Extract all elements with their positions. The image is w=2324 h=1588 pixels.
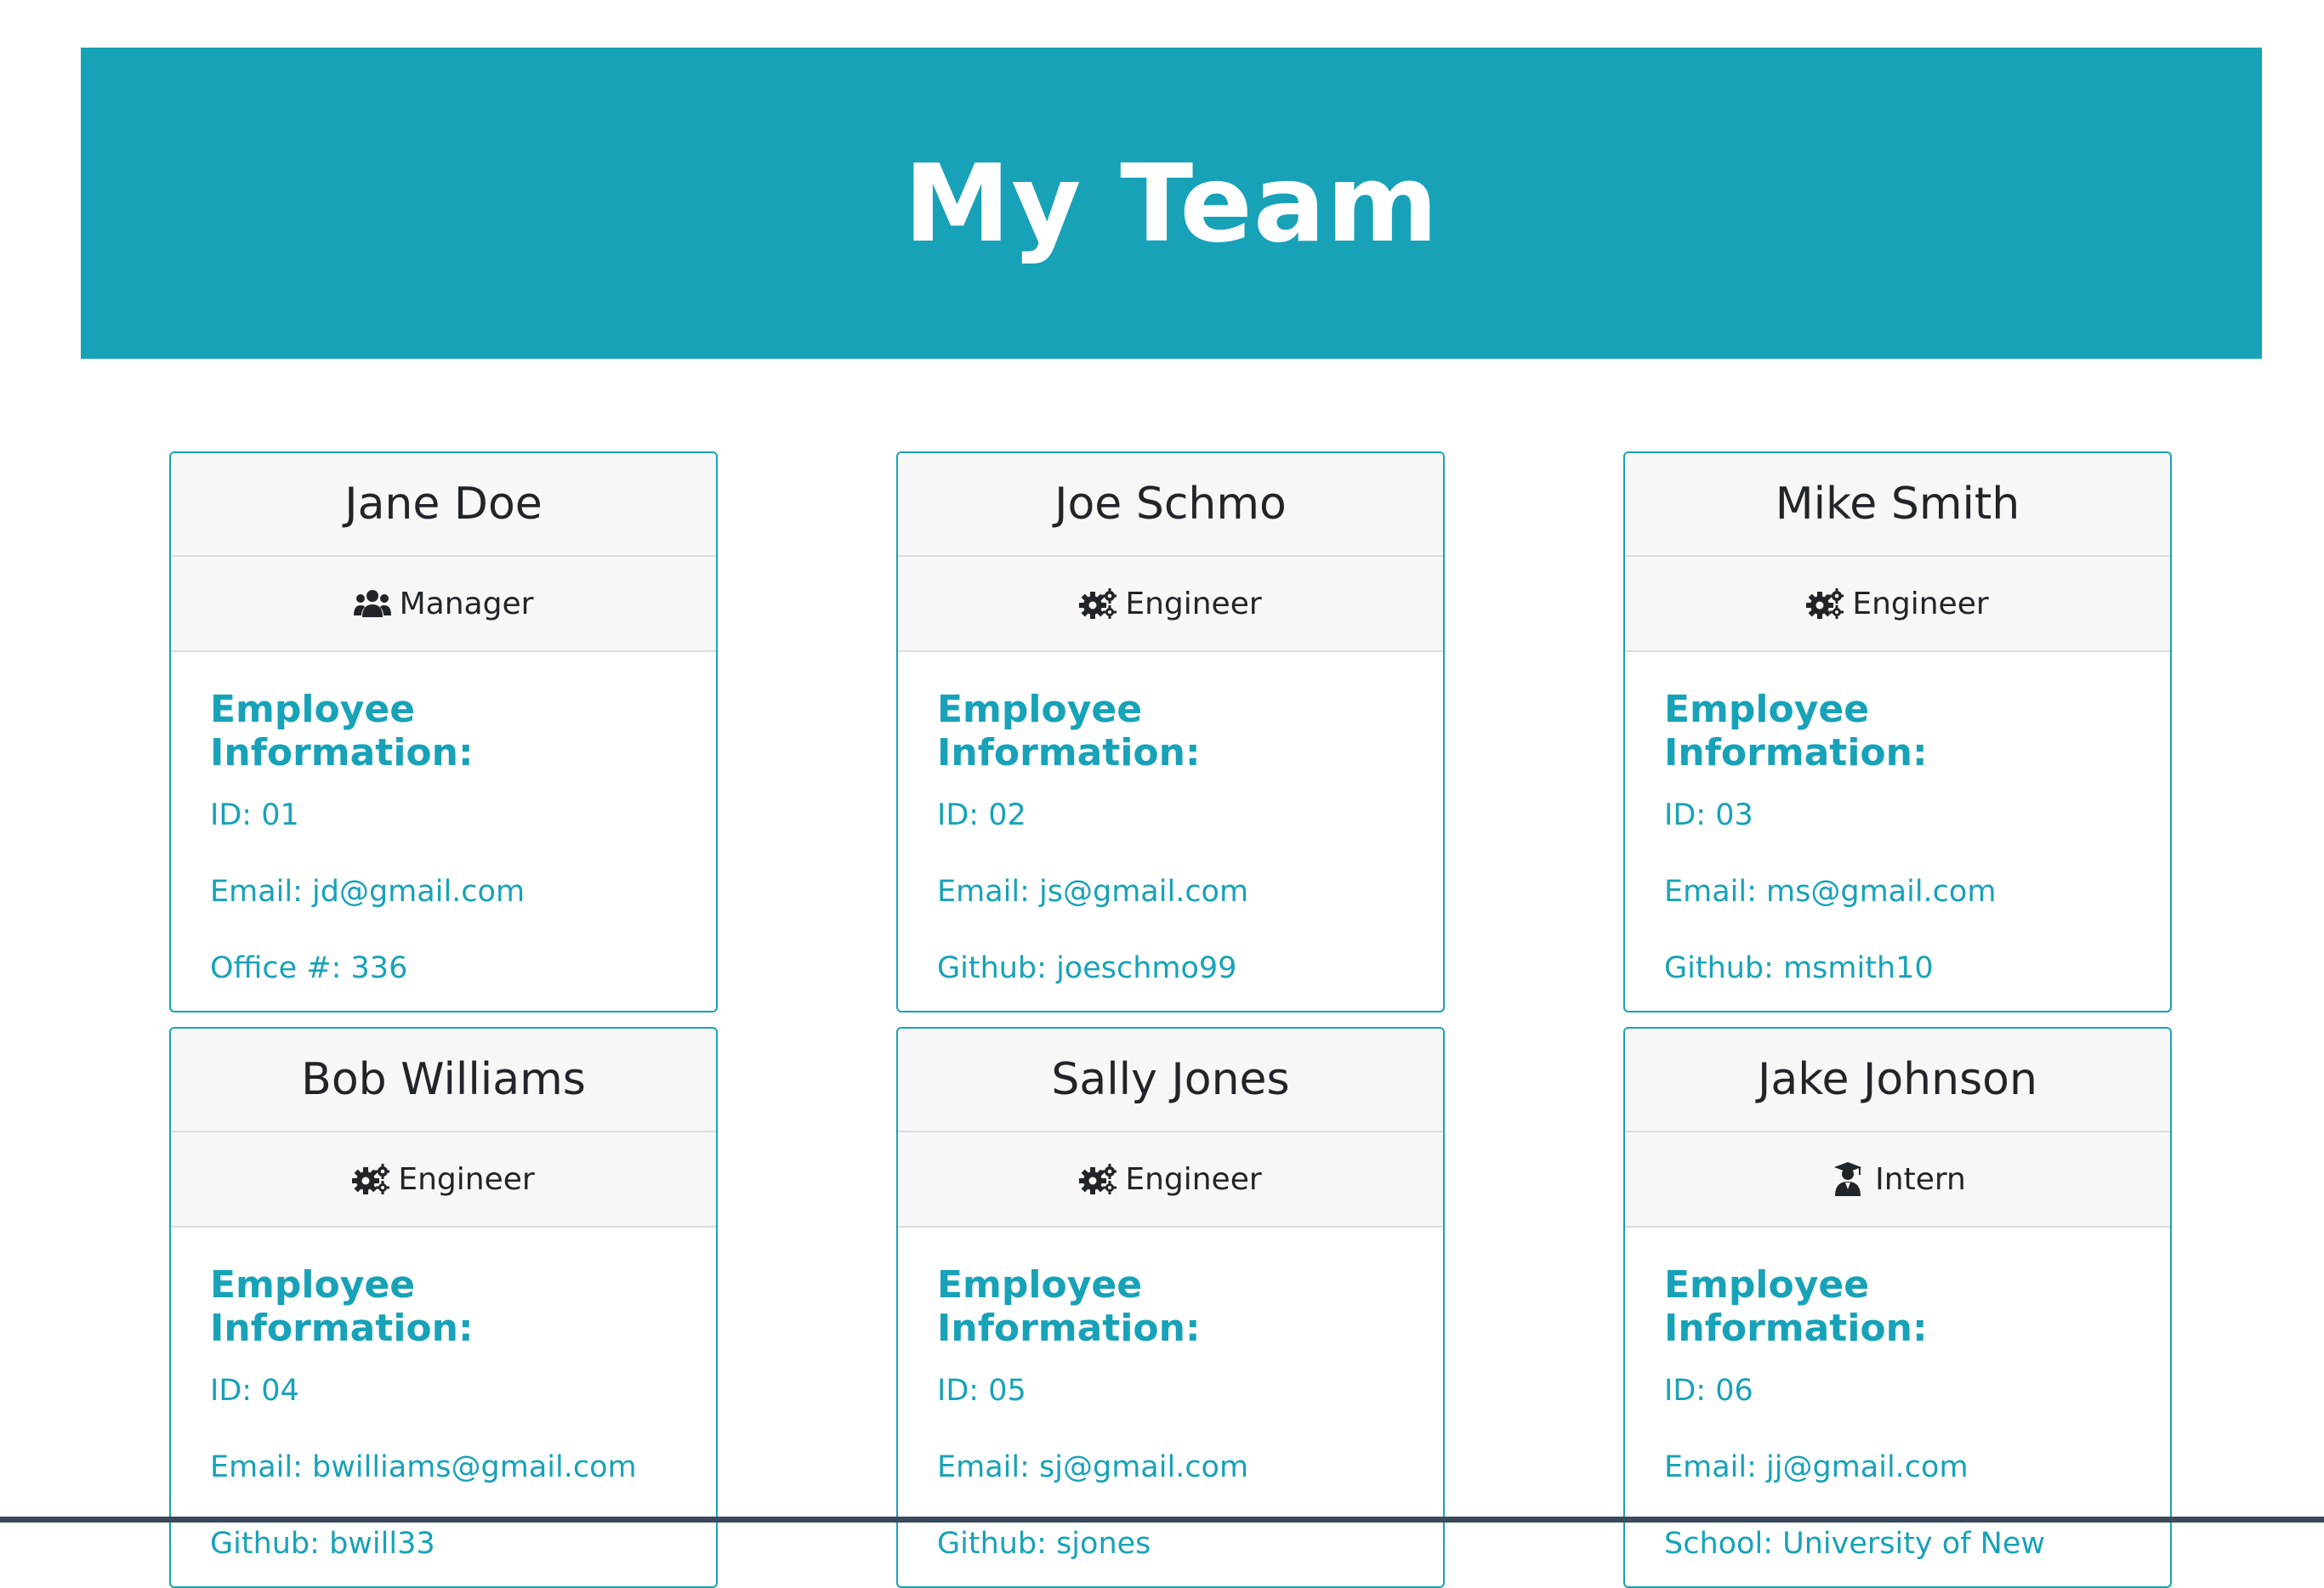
card-body: Employee Information: ID: 06 Email: jj@g… — [1625, 1228, 2170, 1586]
employee-github[interactable]: Github: joeschmo99 — [937, 951, 1404, 985]
employee-name: Sally Jones — [898, 1029, 1443, 1132]
employee-role: Manager — [171, 557, 716, 652]
employee-role: Engineer — [171, 1132, 716, 1228]
employee-role: Engineer — [1625, 557, 2170, 652]
info-heading: Employee Information: — [937, 688, 1201, 774]
employee-name: Mike Smith — [1625, 453, 2170, 557]
employee-id: ID: 01 — [210, 798, 299, 832]
employee-email[interactable]: Email: js@gmail.com — [937, 875, 1404, 909]
employee-card: Mike Smith Engineer Employee Information… — [1623, 451, 2172, 1012]
employee-name: Joe Schmo — [898, 453, 1443, 557]
employee-office: Office #: 336 — [210, 951, 408, 985]
employee-email[interactable]: Email: ms@gmail.com — [1664, 875, 2131, 909]
employee-card: Bob Williams Engineer Employee Informati… — [169, 1027, 718, 1588]
info-heading: Employee Information: — [937, 1263, 1201, 1350]
employee-card: Sally Jones Engineer Employee Informatio… — [896, 1027, 1445, 1588]
role-label: Engineer — [1852, 586, 1989, 621]
employee-id: ID: 04 — [210, 1374, 299, 1408]
employee-name: Jake Johnson — [1625, 1029, 2170, 1132]
card-body: Employee Information: ID: 05 Email: sj@g… — [898, 1228, 1443, 1586]
role-label: Engineer — [1125, 1161, 1262, 1197]
info-heading: Employee Information: — [210, 688, 474, 774]
cogs-icon — [1806, 587, 1844, 621]
employee-name: Jane Doe — [171, 453, 716, 557]
employee-name: Bob Williams — [171, 1029, 716, 1132]
employee-school: School: University of New — [1664, 1527, 2045, 1561]
employee-card: Jane Doe Manager Employee Information: I… — [169, 451, 718, 1012]
users-icon — [353, 587, 391, 621]
employee-github[interactable]: Github: msmith10 — [1664, 951, 2131, 985]
employee-email[interactable]: Email: jj@gmail.com — [1664, 1450, 2131, 1484]
cogs-icon — [1079, 1162, 1117, 1196]
info-heading: Employee Information: — [210, 1263, 474, 1350]
employee-card: Jake Johnson Intern Employee Information… — [1623, 1027, 2172, 1588]
employee-role: Engineer — [898, 557, 1443, 652]
role-label: Engineer — [398, 1161, 535, 1197]
employee-id: ID: 06 — [1664, 1374, 1753, 1408]
cogs-icon — [1079, 587, 1117, 621]
card-body: Employee Information: ID: 02 Email: js@g… — [898, 652, 1443, 1011]
card-body: Employee Information: ID: 04 Email: bwil… — [171, 1228, 716, 1586]
info-heading: Employee Information: — [1664, 1263, 1928, 1350]
employee-email[interactable]: Email: sj@gmail.com — [937, 1450, 1404, 1484]
cogs-icon — [352, 1162, 390, 1196]
employee-github[interactable]: Github: bwill33 — [210, 1527, 677, 1561]
card-body: Employee Information: ID: 03 Email: ms@g… — [1625, 652, 2170, 1011]
page-title: My Team — [903, 140, 1440, 266]
employee-email[interactable]: Email: jd@gmail.com — [210, 875, 677, 909]
employee-card: Joe Schmo Engineer Employee Information:… — [896, 451, 1445, 1012]
info-heading: Employee Information: — [1664, 688, 1928, 774]
employee-id: ID: 03 — [1664, 798, 1753, 832]
employee-role: Intern — [1625, 1132, 2170, 1228]
role-label: Manager — [399, 586, 534, 621]
graduate-icon — [1829, 1162, 1867, 1196]
card-body: Employee Information: ID: 01 Email: jd@g… — [171, 652, 716, 1011]
employee-id: ID: 05 — [937, 1374, 1026, 1408]
page-header: My Team — [81, 48, 2262, 359]
role-label: Intern — [1875, 1161, 1966, 1197]
role-label: Engineer — [1125, 586, 1262, 621]
employee-role: Engineer — [898, 1132, 1443, 1228]
employee-email[interactable]: Email: bwilliams@gmail.com — [210, 1450, 677, 1484]
taskbar-strip — [0, 1517, 2324, 1523]
employee-github[interactable]: Github: sjones — [937, 1527, 1404, 1561]
employee-id: ID: 02 — [937, 798, 1026, 832]
